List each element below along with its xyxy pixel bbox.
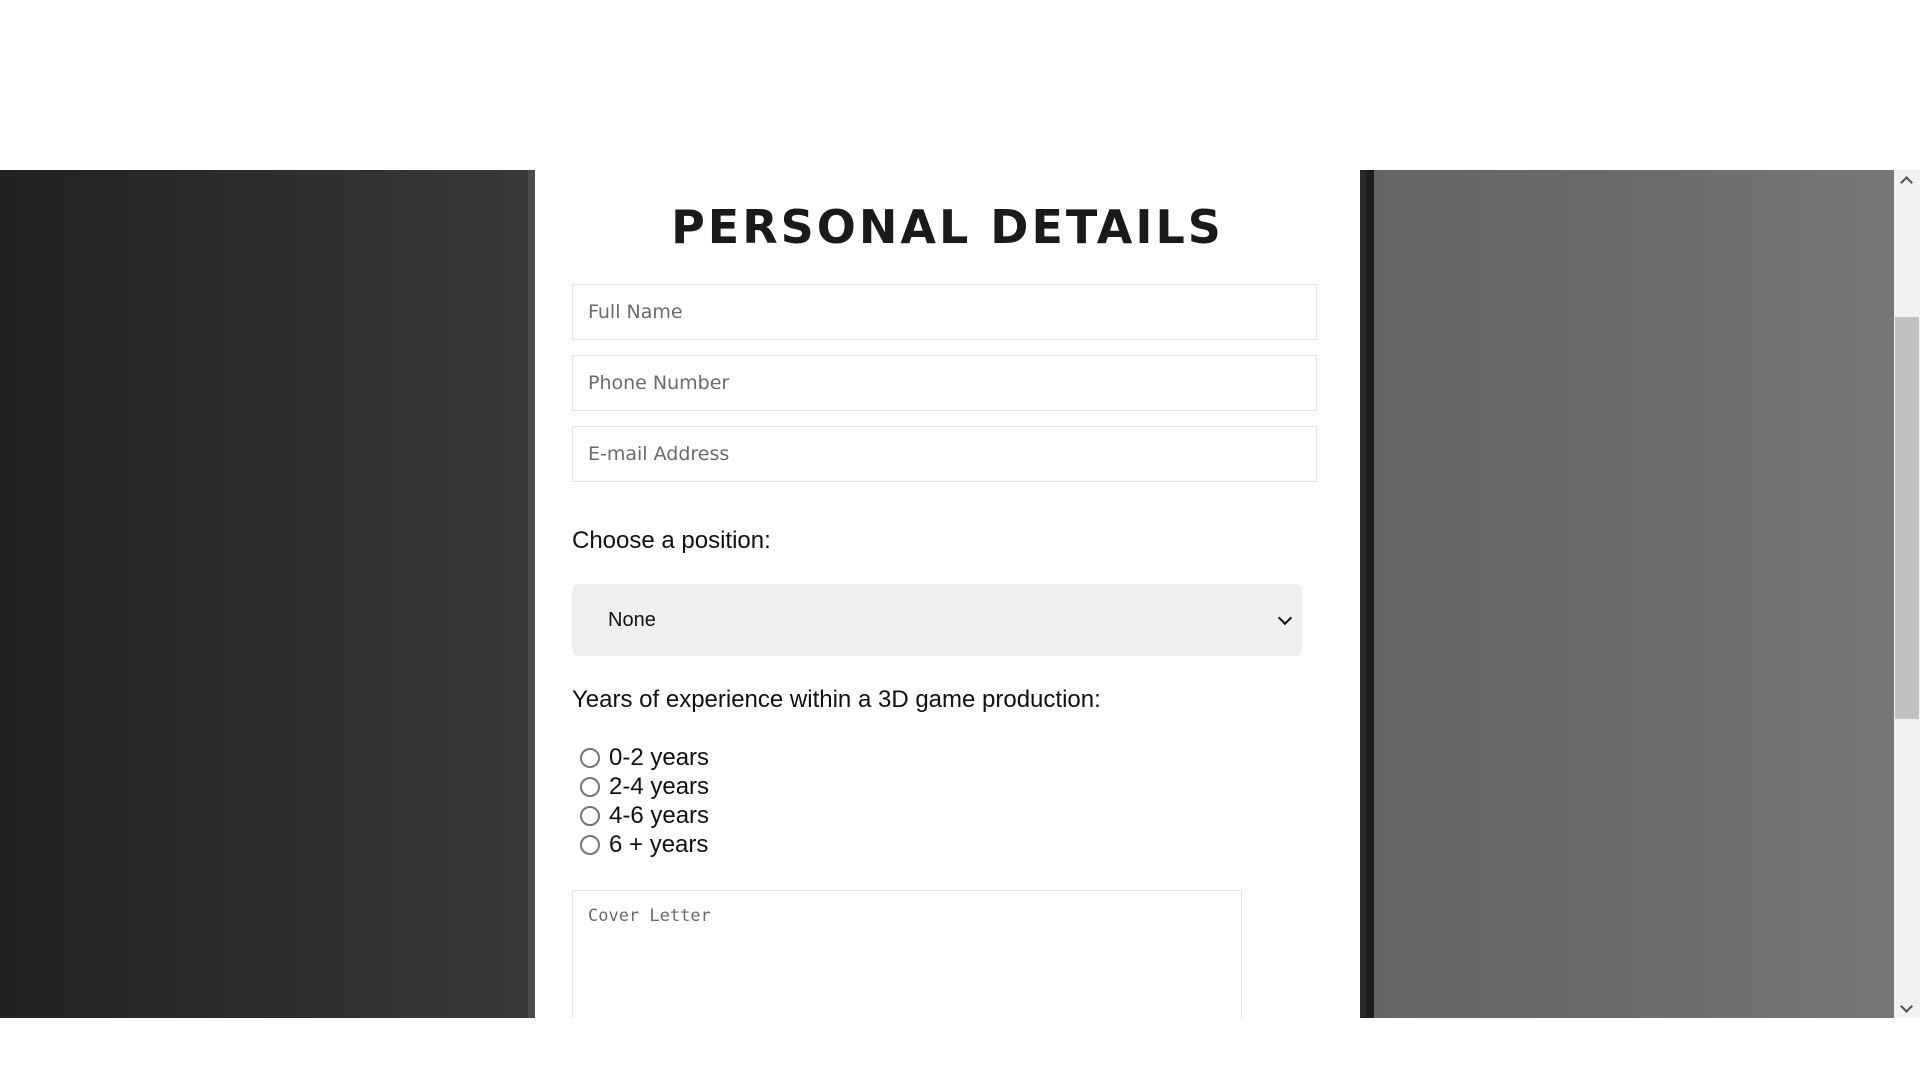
scrollbar-thumb[interactable]	[1895, 317, 1919, 719]
full-name-input[interactable]	[572, 284, 1317, 340]
experience-radio-group: 0-2 years 2-4 years 4-6 years 6 + years	[580, 743, 709, 859]
position-select[interactable]: None	[572, 584, 1302, 656]
chevron-down-icon[interactable]	[1900, 1000, 1913, 1013]
experience-option[interactable]: 0-2 years	[580, 743, 709, 772]
personal-details-form: PERSONAL DETAILS Choose a position: None…	[535, 170, 1360, 1018]
vertical-scrollbar[interactable]	[1894, 170, 1920, 1018]
page-viewport: PERSONAL DETAILS Choose a position: None…	[0, 170, 1920, 1018]
left-dark-background	[0, 170, 535, 1018]
radio-button[interactable]	[580, 834, 600, 855]
position-select-value: None	[608, 608, 656, 631]
experience-option[interactable]: 2-4 years	[580, 772, 709, 801]
experience-option[interactable]: 4-6 years	[580, 801, 709, 830]
left-panel-edge	[528, 170, 535, 1018]
experience-option[interactable]: 6 + years	[580, 830, 709, 859]
chevron-up-icon[interactable]	[1900, 176, 1913, 189]
right-panel-edge-inner	[1366, 170, 1374, 1018]
position-label: Choose a position:	[572, 527, 771, 554]
experience-option-label: 4-6 years	[609, 801, 710, 829]
experience-label: Years of experience within a 3D game pro…	[572, 686, 1101, 713]
radio-button[interactable]	[580, 805, 600, 826]
experience-option-label: 0-2 years	[609, 743, 710, 771]
chevron-down-icon	[1277, 610, 1293, 625]
form-title: PERSONAL DETAILS	[671, 200, 1224, 254]
cover-letter-textarea[interactable]	[572, 890, 1242, 1018]
radio-button[interactable]	[580, 776, 600, 797]
experience-option-label: 6 + years	[609, 830, 709, 858]
email-input[interactable]	[572, 426, 1317, 482]
right-gray-background	[1360, 170, 1894, 1018]
radio-button[interactable]	[580, 747, 600, 768]
phone-number-input[interactable]	[572, 355, 1317, 411]
experience-option-label: 2-4 years	[609, 772, 710, 800]
